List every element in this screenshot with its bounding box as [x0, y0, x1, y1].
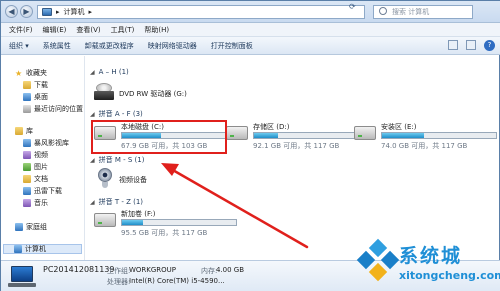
memory-label: 内存: — [201, 267, 218, 275]
explorer-window: ◀ ▶ ▸ 计算机 ▸ ⟳ 搜索 计算机 文件(F) 编辑(E) 查看(V) 工… — [0, 0, 500, 291]
processor-value: Intel(R) Core(TM) i5-4590... — [129, 277, 225, 285]
workgroup-label: 工作组: — [107, 267, 131, 275]
memory-value: 4.00 GB — [216, 266, 245, 274]
processor-label: 处理器: — [107, 278, 131, 286]
computer-name: PC201412081139 — [43, 265, 115, 274]
watermark-logo — [356, 238, 400, 282]
watermark-brand: 系统城 — [399, 245, 463, 267]
workgroup-value: WORKGROUP — [129, 266, 177, 274]
watermark-url: xitongcheng.com — [399, 269, 500, 282]
computer-icon — [8, 266, 36, 287]
